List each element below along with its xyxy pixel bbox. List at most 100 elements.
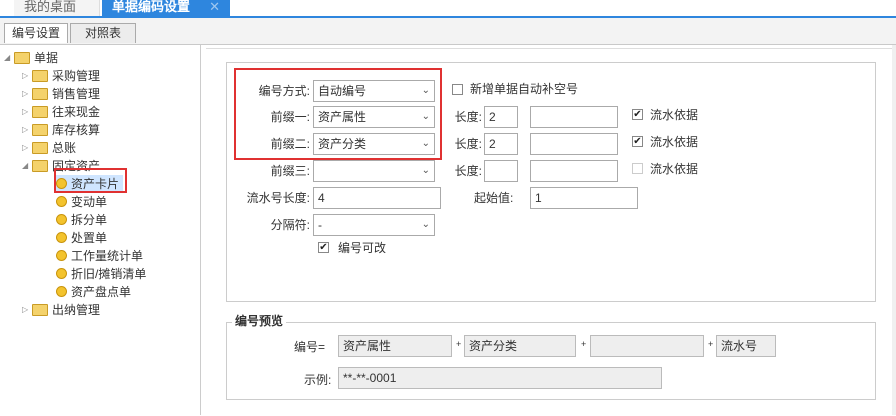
preview-group-border: [226, 322, 876, 323]
length1-label: 长度:: [454, 110, 482, 124]
tree-label: 资产盘点单: [71, 285, 132, 299]
tree-label: 总账: [52, 141, 77, 155]
tree-label: 往来现金: [52, 105, 101, 119]
tree-label: 处置单: [71, 231, 108, 245]
tree-item-inventory[interactable]: ▷ 库存核算: [22, 121, 100, 139]
tree-item-sales[interactable]: ▷ 销售管理: [22, 85, 100, 103]
start-value-label: 起始值:: [474, 191, 514, 205]
serial-length-input[interactable]: 4: [313, 187, 441, 209]
prefix3-select[interactable]: ⌄: [313, 160, 435, 182]
folder-icon: [32, 105, 48, 118]
editable-label: 编号可改: [338, 241, 387, 255]
tree-label: 采购管理: [52, 69, 101, 83]
serial-basis3-checkbox[interactable]: [632, 163, 643, 174]
length2-label: 长度:: [454, 137, 482, 151]
prefix2-extra-input[interactable]: [530, 133, 618, 155]
tab-label: 我的桌面: [24, 0, 77, 14]
plus-sign: +: [708, 339, 714, 349]
tree-root[interactable]: ◢ 单据: [4, 49, 58, 67]
dot-icon: [56, 214, 67, 226]
expand-icon[interactable]: ▷: [22, 67, 32, 85]
tab-my-desktop[interactable]: 我的桌面: [14, 0, 100, 16]
plus-sign: +: [581, 339, 587, 349]
chevron-down-icon: ⌄: [421, 219, 430, 230]
tree-item-depreciation-list[interactable]: 折旧/摊销清单: [56, 265, 146, 283]
preview-part1: 资产属性: [338, 335, 452, 357]
expand-icon[interactable]: ▷: [22, 103, 32, 121]
tab-mapping-table[interactable]: 对照表: [70, 23, 136, 43]
tab-label: 单据编码设置: [112, 0, 191, 14]
tab-number-settings[interactable]: 编号设置: [4, 23, 68, 43]
top-tab-bar: 我的桌面 单据编码设置 ✕: [0, 0, 896, 18]
sub-tab-bar: 编号设置 对照表: [0, 18, 896, 45]
length2-input[interactable]: 2: [484, 133, 518, 155]
folder-icon: [32, 159, 48, 172]
preview-title: 编号预览: [232, 314, 287, 328]
preview-part2: 资产分类: [464, 335, 576, 357]
dot-icon: [56, 286, 67, 298]
length1-input[interactable]: 2: [484, 106, 518, 128]
folder-icon: [32, 303, 48, 316]
tree-label: 销售管理: [52, 87, 101, 101]
document-tree: ◢ 单据 ▷ 采购管理 ▷ 销售管理 ▷ 往来现金 ▷ 库存核算 ▷ 总账 ◢ 固定资产 资产…: [0, 45, 201, 415]
tree-item-ledger[interactable]: ▷ 总账: [22, 139, 76, 157]
tree-label: 拆分单: [71, 213, 108, 227]
tree-label: 出纳管理: [52, 303, 101, 317]
start-value-input[interactable]: 1: [530, 187, 638, 209]
tab-doc-code-settings[interactable]: 单据编码设置 ✕: [102, 0, 230, 16]
serial-basis3-label: 流水依据: [650, 162, 699, 176]
checkmark-icon: ✔: [319, 242, 328, 253]
auto-fill-checkbox[interactable]: [452, 84, 463, 95]
editable-checkbox[interactable]: ✔: [318, 242, 329, 253]
folder-icon: [32, 69, 48, 82]
example-value: **-**-0001: [338, 367, 662, 389]
tree-item-cashier[interactable]: ▷ 出纳管理: [22, 301, 100, 319]
highlight-box-tree: [54, 168, 127, 193]
expand-icon[interactable]: ▷: [22, 301, 32, 319]
tree-item-split-doc[interactable]: 拆分单: [56, 211, 107, 229]
dot-icon: [56, 268, 67, 280]
tree-item-disposal-doc[interactable]: 处置单: [56, 229, 107, 247]
tree-item-workload-doc[interactable]: 工作量统计单: [56, 247, 143, 265]
tree-item-purchase[interactable]: ▷ 采购管理: [22, 67, 100, 85]
expand-icon[interactable]: ▷: [22, 85, 32, 103]
expand-icon[interactable]: ▷: [22, 121, 32, 139]
collapse-icon[interactable]: ◢: [4, 49, 14, 67]
serial-length-label: 流水号长度:: [246, 191, 310, 205]
serial-basis2-label: 流水依据: [650, 135, 699, 149]
folder-icon: [32, 123, 48, 136]
select-value: -: [318, 218, 322, 232]
tree-item-asset-inventory[interactable]: 资产盘点单: [56, 283, 131, 301]
folder-icon: [14, 51, 30, 64]
plus-sign: +: [456, 339, 462, 349]
tree-label: 折旧/摊销清单: [71, 267, 147, 281]
tree-label: 库存核算: [52, 123, 101, 137]
chevron-down-icon: ⌄: [421, 165, 430, 176]
tree-item-cash[interactable]: ▷ 往来现金: [22, 103, 100, 121]
dot-icon: [56, 232, 67, 244]
prefix1-extra-input[interactable]: [530, 106, 618, 128]
serial-basis1-label: 流水依据: [650, 108, 699, 122]
number-eq-label: 编号=: [294, 340, 326, 354]
tree-label: 工作量统计单: [71, 249, 144, 263]
prefix3-extra-input[interactable]: [530, 160, 618, 182]
length3-input[interactable]: [484, 160, 518, 182]
separator-select[interactable]: - ⌄: [313, 214, 435, 236]
dot-icon: [56, 250, 67, 262]
checkmark-icon: ✔: [633, 109, 642, 120]
length3-label: 长度:: [454, 164, 482, 178]
dot-icon: [56, 196, 67, 208]
expand-icon[interactable]: ▷: [22, 139, 32, 157]
preview-part4: 流水号: [716, 335, 776, 357]
prefix3-label: 前缀三:: [270, 164, 310, 178]
example-label: 示例:: [304, 373, 332, 387]
highlight-box-form: [234, 68, 442, 160]
collapse-icon[interactable]: ◢: [22, 157, 32, 175]
scrollbar[interactable]: [892, 45, 896, 415]
separator-label: 分隔符:: [270, 218, 310, 232]
serial-basis2-checkbox[interactable]: ✔: [632, 136, 643, 147]
tree-item-change-doc[interactable]: 变动单: [56, 193, 107, 211]
close-icon[interactable]: ✕: [209, 0, 220, 14]
serial-basis1-checkbox[interactable]: ✔: [632, 109, 643, 120]
preview-part3: [590, 335, 704, 357]
